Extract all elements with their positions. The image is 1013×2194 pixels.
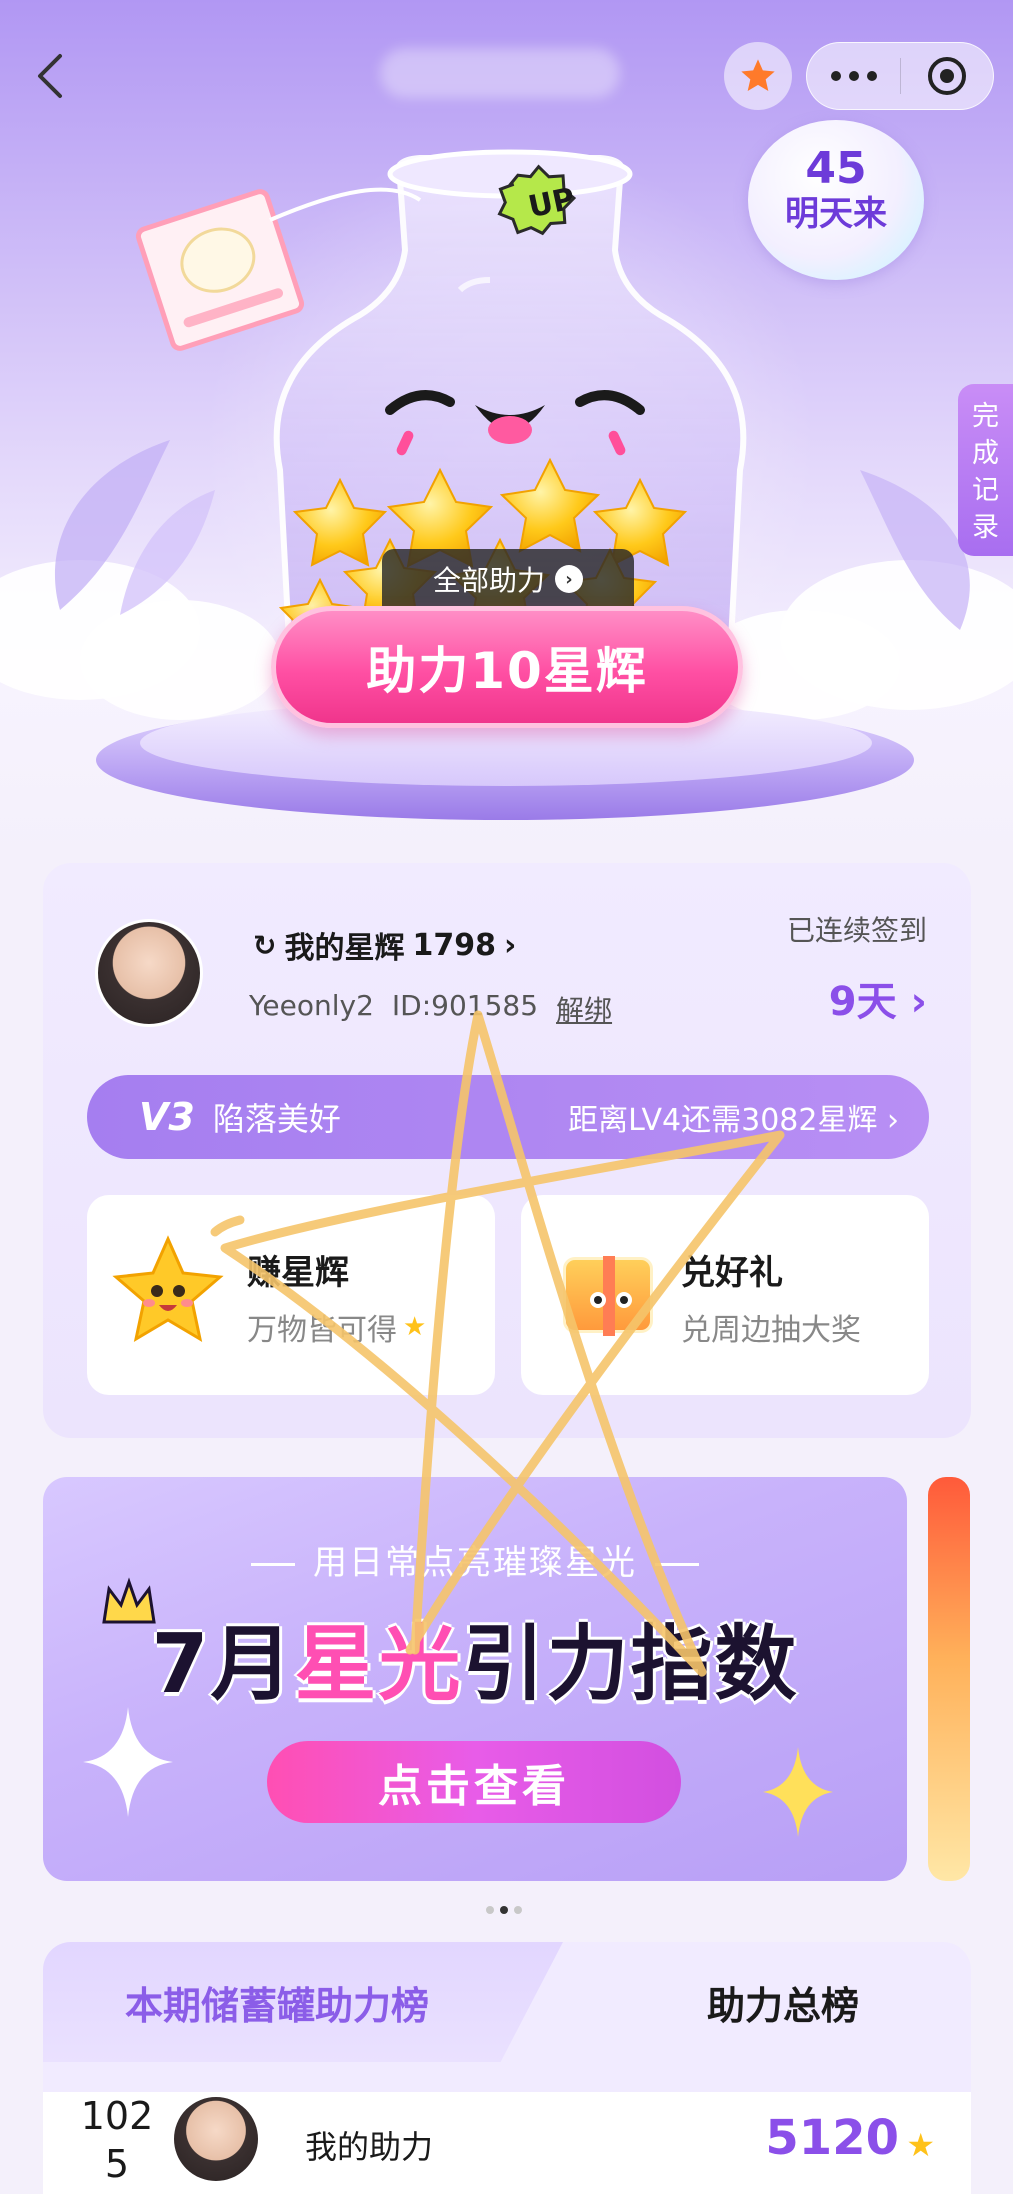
user-info-card: ↻ 我的星辉 1798 › Yeeonly2 ID:901585 解绑 已连续签… — [43, 863, 971, 1438]
gift-box-icon — [563, 1256, 653, 1336]
rank-number-line: 5 — [104, 2142, 130, 2186]
my-rank-row: 102 5 我的助力 5120 ★ — [43, 2092, 971, 2194]
star-icon: ★ — [906, 2126, 935, 2164]
all-help-label: 全部助力 — [432, 564, 545, 597]
redeem-gifts-tile[interactable]: 兑好礼 兑周边抽大奖 — [521, 1195, 929, 1395]
back-button[interactable] — [20, 40, 80, 112]
my-stars-label: 我的星辉 — [284, 931, 405, 966]
my-stars-link[interactable]: ↻ 我的星辉 1798 › — [253, 923, 516, 967]
star-icon: ★ — [403, 1312, 427, 1342]
gift-eyes — [590, 1292, 632, 1308]
record-tab-char: 记 — [972, 475, 999, 506]
level-name: 陷落美好 — [212, 1100, 341, 1138]
close-button[interactable] — [901, 42, 993, 110]
my-help-score: 5120 — [765, 2110, 899, 2166]
record-tab-char: 录 — [972, 512, 999, 543]
avatar — [171, 2094, 261, 2184]
hero-section: 45 明天来 完 成 记 录 UP 全部助力 › 助力10星辉 — [0, 0, 1013, 860]
top-bar — [0, 0, 1013, 135]
tab-total-ranking[interactable]: 助力总榜 — [643, 1942, 923, 2062]
banner-subtitle: 用日常点亮璀璨星光 — [43, 1535, 907, 1584]
banner-title-prefix: 7月 — [151, 1617, 295, 1712]
record-tab-char: 成 — [972, 438, 999, 469]
star-mascot-icon — [112, 1235, 224, 1343]
page-title-blurred — [380, 48, 620, 98]
mini-program-capsule — [806, 42, 994, 110]
redeem-gifts-subtitle: 兑周边抽大奖 — [681, 1313, 861, 1348]
earn-stars-tile[interactable]: 赚星辉 万物皆可得 ★ — [87, 1195, 495, 1395]
carousel-dot[interactable] — [486, 1906, 494, 1914]
ranking-tabs: 本期储蓄罐助力榜 助力总榜 — [43, 1942, 971, 2062]
my-rank-number: 102 5 — [77, 2092, 157, 2188]
record-tab-char: 完 — [972, 401, 999, 432]
chevron-right-icon: › — [896, 979, 928, 1025]
earn-stars-title: 赚星辉 — [247, 1253, 349, 1293]
user-id: ID:901585 — [391, 989, 539, 1022]
unbind-link[interactable]: 解绑 — [556, 989, 612, 1029]
my-help-label: 我的助力 — [305, 2128, 434, 2166]
redeem-gifts-title: 兑好礼 — [681, 1253, 783, 1293]
user-name: Yeeonly2 — [249, 989, 374, 1022]
chevron-right-circle-icon: › — [555, 565, 583, 593]
carousel-dot-active[interactable] — [500, 1906, 508, 1914]
signin-label: 已连续签到 — [786, 914, 927, 947]
sparkle-icon — [763, 1747, 833, 1837]
favorite-button[interactable] — [724, 42, 792, 110]
more-button[interactable] — [807, 42, 900, 110]
chevron-left-icon — [38, 54, 62, 98]
leaf-decoration — [54, 440, 215, 615]
refresh-icon[interactable]: ↻ — [253, 929, 276, 962]
carousel-dot[interactable] — [514, 1906, 522, 1914]
my-stars-value: 1798 — [412, 927, 496, 963]
sparkle-icon — [83, 1707, 173, 1817]
carousel-dots — [486, 1906, 522, 1914]
signin-days-link[interactable]: 9天 › — [829, 969, 927, 1027]
help-10-stars-button[interactable]: 助力10星辉 — [271, 606, 743, 728]
target-close-icon — [927, 57, 966, 95]
user-id-line: Yeeonly2 ID:901585 解绑 — [249, 989, 612, 1029]
earn-stars-subtitle: 万物皆可得 — [247, 1313, 397, 1348]
tab-period-ranking[interactable]: 本期储蓄罐助力榜 — [43, 1942, 563, 2062]
star-icon — [741, 59, 775, 91]
banner-title-suffix: 引力指数 — [462, 1617, 799, 1712]
banner-title-highlight: 星光 — [294, 1617, 463, 1712]
completion-record-tab[interactable]: 完 成 记 录 — [958, 384, 1013, 556]
promo-banner[interactable]: 用日常点亮璀璨星光 7月星光引力指数 点击查看 — [43, 1477, 907, 1881]
level-badge: V3 — [139, 1095, 195, 1139]
more-dots-icon — [830, 71, 877, 81]
signin-days: 9天 — [828, 979, 897, 1025]
all-help-button[interactable]: 全部助力 › — [382, 549, 634, 609]
ranking-card: 本期储蓄罐助力榜 助力总榜 102 5 我的助力 5120 ★ — [43, 1942, 971, 2194]
level-progress-bar[interactable]: V3 陷落美好 距离LV4还需3082星辉 › — [87, 1075, 929, 1159]
earn-stars-subtitle-row: 万物皆可得 ★ — [247, 1305, 426, 1349]
level-progress-text: 距离LV4还需3082星辉 › — [568, 1103, 899, 1138]
avatar[interactable] — [95, 919, 203, 1027]
banner-title: 7月星光引力指数 — [43, 1597, 907, 1716]
rank-number-line: 102 — [80, 2094, 154, 2138]
next-banner-peek[interactable] — [928, 1477, 970, 1881]
chevron-right-icon: › — [503, 927, 517, 963]
view-details-button[interactable]: 点击查看 — [267, 1741, 681, 1823]
level-progress-value: 距离LV4还需3082星辉 — [568, 1103, 878, 1138]
